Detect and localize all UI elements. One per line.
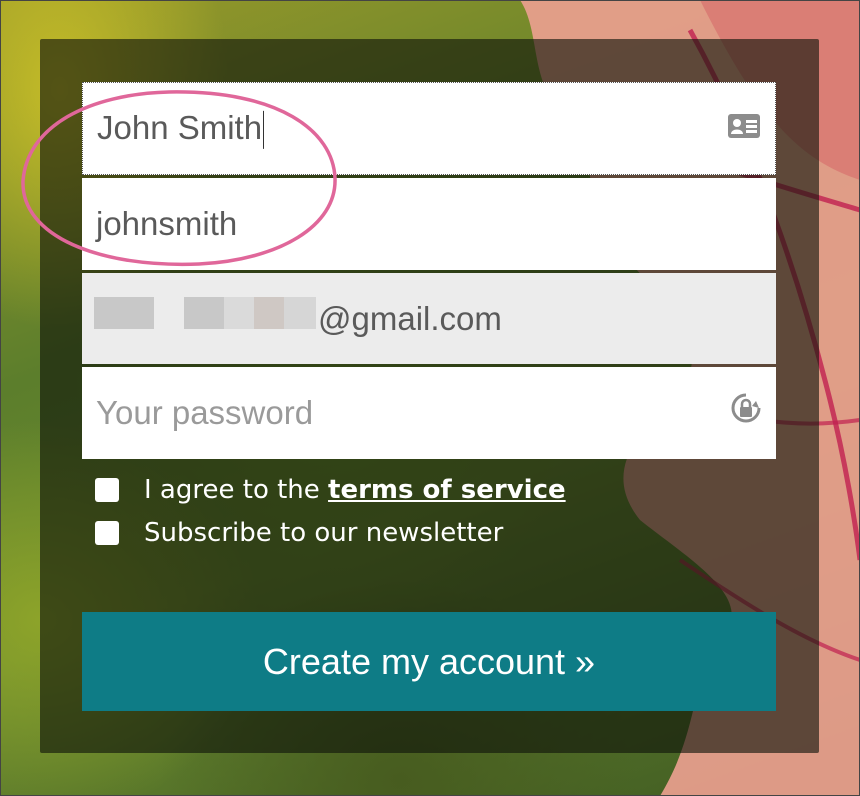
email-domain: @gmail.com	[318, 299, 502, 337]
terms-label: I agree to the terms of service	[144, 475, 566, 505]
email-field[interactable]: @gmail.com	[82, 273, 776, 364]
terms-of-service-link[interactable]: terms of service	[328, 475, 566, 505]
terms-prefix: I agree to the	[144, 475, 329, 505]
redacted-email-local-part	[94, 297, 316, 329]
password-lock-icon[interactable]	[730, 392, 762, 434]
password-placeholder: Your password	[96, 394, 314, 431]
password-field[interactable]: Your password	[82, 367, 776, 459]
create-account-button[interactable]: Create my account »	[82, 612, 776, 711]
highlight-ellipse	[21, 90, 337, 267]
contact-card-icon	[727, 110, 761, 148]
newsletter-checkbox[interactable]	[95, 521, 119, 545]
newsletter-label: Subscribe to our newsletter	[144, 518, 504, 548]
terms-checkbox[interactable]	[95, 478, 119, 502]
